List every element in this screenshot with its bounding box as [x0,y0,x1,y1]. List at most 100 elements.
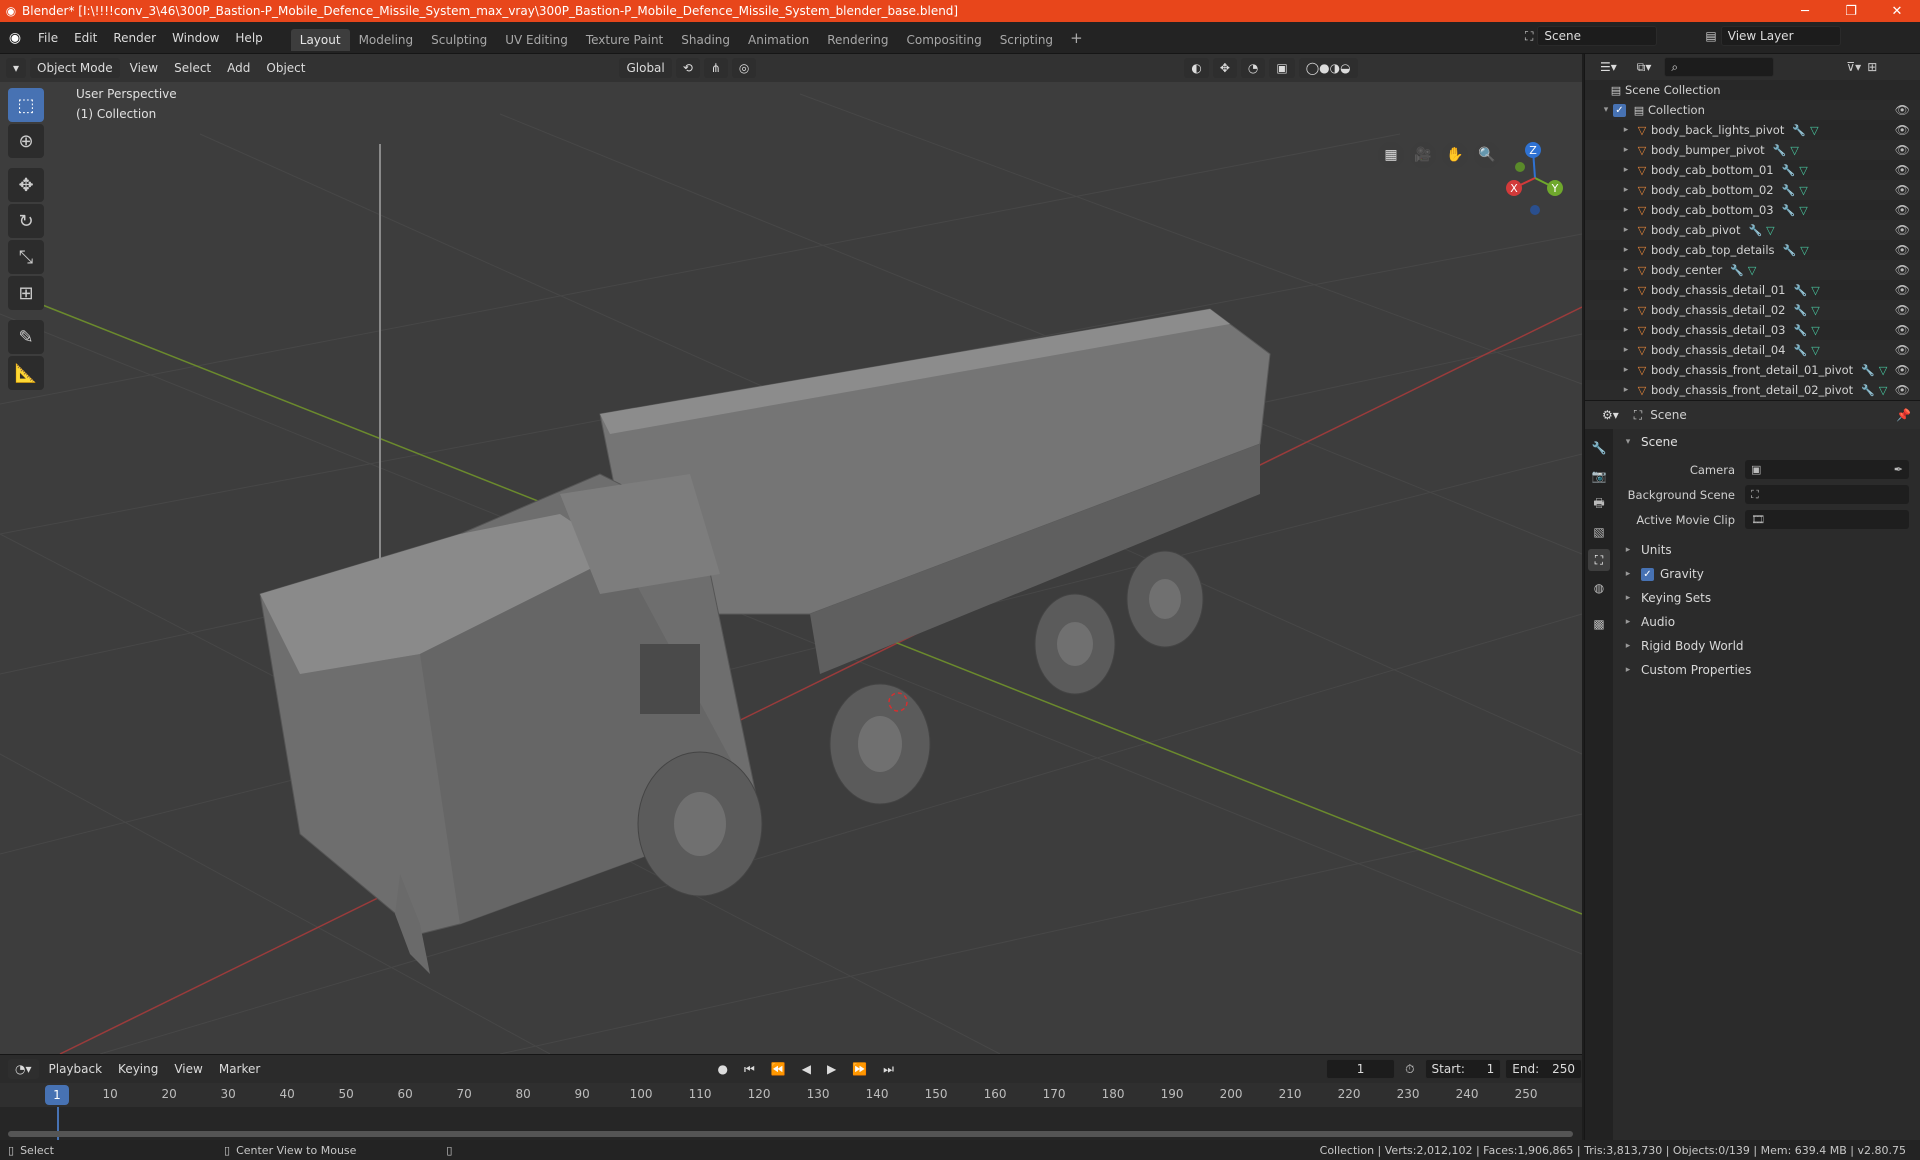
scene-collection-row[interactable]: ▤ Scene Collection [1585,80,1920,100]
expand-object-icon[interactable]: ▸ [1619,165,1633,175]
tool-tab-icon[interactable]: 🔧 [1588,437,1610,459]
rigid-body-world-panel[interactable]: ▸ Rigid Body World [1615,634,1919,658]
mesh-data-icon[interactable]: ▽ [1879,364,1887,377]
outliner-object-row[interactable]: ▸ ▽ body_chassis_front_detail_02_pivot 🔧 ▽ 👁 [1585,380,1920,400]
expand-object-icon[interactable]: ▸ [1619,185,1633,195]
new-collection-icon[interactable]: ⊞ [1867,60,1877,74]
menu-render[interactable]: Render [105,31,164,45]
gravity-panel[interactable]: ▸ ✓ Gravity [1615,562,1919,586]
mesh-data-icon[interactable]: ▽ [1811,324,1819,337]
add-workspace-icon[interactable]: + [1062,29,1091,47]
visibility-eye-icon[interactable]: 👁 [1895,283,1910,297]
properties-editor-type-button[interactable]: ⚙▾ [1595,405,1626,425]
expand-object-icon[interactable]: ▸ [1619,385,1633,395]
outliner-object-row[interactable]: ▸ ▽ body_chassis_detail_04 🔧 ▽ 👁 [1585,340,1920,360]
mesh-data-icon[interactable]: ▽ [1790,144,1798,157]
mesh-data-icon[interactable]: ▽ [1810,124,1818,137]
expand-collection-icon[interactable]: ▾ [1599,105,1613,115]
mesh-data-icon[interactable]: ▽ [1799,184,1807,197]
gizmo-toggle-icon[interactable]: ✥ [1212,58,1237,78]
menu-help[interactable]: Help [227,31,270,45]
mesh-data-icon[interactable]: ▽ [1799,204,1807,217]
modifier-wrench-icon[interactable]: 🔧 [1783,244,1797,257]
viewport-menu-select[interactable]: Select [168,61,217,75]
tab-modeling[interactable]: Modeling [350,29,423,51]
zoom-icon[interactable]: 🔍 [1474,142,1500,168]
end-frame-field[interactable]: End: 250 [1505,1059,1582,1079]
annotate-icon[interactable]: ✎ [8,320,44,354]
transform-orientation-dropdown[interactable]: Global [619,58,672,78]
visibility-eye-icon[interactable]: 👁 [1895,163,1910,177]
modifier-wrench-icon[interactable]: 🔧 [1793,304,1807,317]
mesh-data-icon[interactable]: ▽ [1879,384,1887,397]
orientation-gizmo[interactable]: Z Y X [1500,140,1570,216]
expand-object-icon[interactable]: ▸ [1619,345,1633,355]
modifier-wrench-icon[interactable]: 🔧 [1782,184,1796,197]
modifier-wrench-icon[interactable]: 🔧 [1793,324,1807,337]
tab-scripting[interactable]: Scripting [991,29,1062,51]
rotate-icon[interactable]: ↻ [8,204,44,238]
modifier-wrench-icon[interactable]: 🔧 [1793,284,1807,297]
view-layer-tab-icon[interactable]: ▧ [1588,521,1610,543]
outliner-object-row[interactable]: ▸ ▽ body_cab_bottom_02 🔧 ▽ 👁 [1585,180,1920,200]
tab-uv-editing[interactable]: UV Editing [496,29,577,51]
transform-icon[interactable]: ⊞ [8,276,44,310]
visibility-eye-icon[interactable]: 👁 [1895,243,1910,257]
move-icon[interactable]: ✥ [8,168,44,202]
filter-icon[interactable]: ⊽▾ [1846,60,1861,74]
expand-object-icon[interactable]: ▸ [1619,205,1633,215]
visibility-eye-icon[interactable]: 👁 [1895,303,1910,317]
scene-panel-header[interactable]: ▾ Scene [1615,431,1919,453]
modifier-wrench-icon[interactable]: 🔧 [1730,264,1744,277]
maximize-button[interactable]: ❐ [1828,4,1874,19]
expand-object-icon[interactable]: ▸ [1619,365,1633,375]
visibility-eye-icon[interactable]: 👁 [1895,383,1910,397]
expand-object-icon[interactable]: ▸ [1619,225,1633,235]
outliner-object-row[interactable]: ▸ ▽ body_center 🔧 ▽ 👁 [1585,260,1920,280]
proportional-edit-icon[interactable]: ◎ [731,58,757,78]
modifier-wrench-icon[interactable]: 🔧 [1861,364,1875,377]
jump-end-icon[interactable]: ⏭ [877,1062,900,1077]
outliner-object-row[interactable]: ▸ ▽ body_cab_bottom_03 🔧 ▽ 👁 [1585,200,1920,220]
outliner-object-row[interactable]: ▸ ▽ body_cab_pivot 🔧 ▽ 👁 [1585,220,1920,240]
viewport-menu-view[interactable]: View [124,61,164,75]
expand-object-icon[interactable]: ▸ [1619,305,1633,315]
play-icon[interactable]: ▶ [821,1062,842,1076]
blender-menu-icon[interactable]: ◉ [0,30,30,46]
jump-keyframe-back-icon[interactable]: ⏪ [765,1062,792,1076]
menu-edit[interactable]: Edit [66,31,105,45]
mesh-data-icon[interactable]: ▽ [1766,224,1774,237]
outliner-object-row[interactable]: ▸ ▽ body_chassis_detail_01 🔧 ▽ 👁 [1585,280,1920,300]
play-reverse-icon[interactable]: ◀ [796,1062,817,1076]
visibility-eye-icon[interactable]: 👁 [1895,143,1910,157]
timeline-ruler[interactable]: 250 240 230 220 210 200 190 180 170 160 150 140 130 1… [0,1083,1582,1107]
mesh-data-icon[interactable]: ▽ [1748,264,1756,277]
units-panel[interactable]: ▸ Units [1615,538,1919,562]
scene-tab-icon[interactable]: ⛶ [1588,549,1610,571]
scale-icon[interactable]: ⤡ [8,240,44,274]
tab-layout[interactable]: Layout [290,28,350,51]
output-tab-icon[interactable]: 🖶 [1588,493,1610,515]
tab-shading[interactable]: Shading [672,29,739,51]
outliner-object-row[interactable]: ▸ ▽ body_cab_top_details 🔧 ▽ 👁 [1585,240,1920,260]
mesh-data-icon[interactable]: ▽ [1799,164,1807,177]
eyedropper-icon[interactable]: ✒ [1894,463,1909,476]
visibility-eye-icon[interactable]: 👁 [1895,103,1910,117]
outliner-object-row[interactable]: ▸ ▽ body_bumper_pivot 🔧 ▽ 👁 [1585,140,1920,160]
display-mode-button[interactable]: ⧉▾ [1629,57,1659,77]
tab-animation[interactable]: Animation [739,29,818,51]
movie-clip-field[interactable]: 🎞 [1745,510,1909,529]
pivot-point-icon[interactable]: ⟲ [675,58,700,78]
outliner-object-row[interactable]: ▸ ▽ body_cab_bottom_01 🔧 ▽ 👁 [1585,160,1920,180]
camera-view-icon[interactable]: 🎥 [1410,142,1436,168]
modifier-wrench-icon[interactable]: 🔧 [1861,384,1875,397]
pan-hand-icon[interactable]: ✋ [1442,142,1468,168]
expand-object-icon[interactable]: ▸ [1619,125,1633,135]
cursor-icon[interactable]: ⊕ [8,124,44,158]
modifier-wrench-icon[interactable]: 🔧 [1782,204,1796,217]
mesh-data-icon[interactable]: ▽ [1811,284,1819,297]
view-layer-field[interactable]: View Layer [1720,26,1841,46]
audio-panel[interactable]: ▸ Audio [1615,610,1919,634]
viewport-menu-add[interactable]: Add [221,61,256,75]
scene-field[interactable]: Scene [1537,26,1658,46]
